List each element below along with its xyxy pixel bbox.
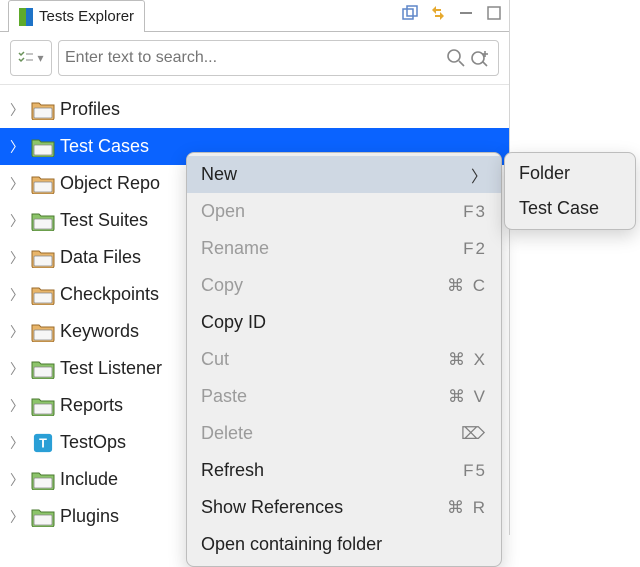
tab-tests-explorer[interactable]: Tests Explorer xyxy=(8,0,145,32)
menu-item-label: Rename xyxy=(201,238,269,259)
search-box xyxy=(58,40,499,76)
submenu-item-test-case[interactable]: Test Case xyxy=(505,191,635,226)
tree-item-label: Test Listener xyxy=(60,358,162,379)
folder-icon xyxy=(30,135,56,159)
tree-item-label: Reports xyxy=(60,395,123,416)
menu-item-new[interactable]: New 〉 xyxy=(187,156,501,193)
folder-icon xyxy=(30,172,56,196)
tree-item-label: Include xyxy=(60,469,118,490)
chevron-right-icon: 〉 xyxy=(10,322,30,342)
tree-item-label: Test Cases xyxy=(60,136,149,157)
tree-item-label: Data Files xyxy=(60,247,141,268)
tree-item-label: Plugins xyxy=(60,506,119,527)
tree-item-label: TestOps xyxy=(60,432,126,453)
collapse-all-icon[interactable] xyxy=(401,4,419,22)
maximize-icon[interactable] xyxy=(485,4,503,22)
menu-shortcut: ⌘ X xyxy=(448,350,487,370)
menu-shortcut: F2 xyxy=(463,239,487,259)
menu-item-label: Show References xyxy=(201,497,343,518)
checklist-icon xyxy=(18,51,34,65)
menu-shortcut: ⌘ V xyxy=(448,387,487,407)
menu-item-label: Open xyxy=(201,201,245,222)
header-toolbar xyxy=(401,4,503,22)
filter-dropdown[interactable]: ▾ xyxy=(10,40,52,76)
folder-icon xyxy=(30,468,56,492)
menu-shortcut: F5 xyxy=(463,461,487,481)
menu-item-label: Cut xyxy=(201,349,229,370)
chevron-right-icon: 〉 xyxy=(10,285,30,305)
menu-item-label: Copy xyxy=(201,275,243,296)
katalon-logo-icon xyxy=(19,8,33,26)
folder-icon xyxy=(30,431,56,455)
tree-item-label: Profiles xyxy=(60,99,120,120)
tree-item-label: Checkpoints xyxy=(60,284,159,305)
menu-item-refresh[interactable]: Refresh F5 xyxy=(187,452,501,489)
search-row: ▾ xyxy=(0,32,509,85)
chevron-down-icon: ▾ xyxy=(37,51,43,65)
context-menu: New 〉 Open F3 Rename F2 Copy ⌘ C Copy ID Cut ⌘ X Pa… xyxy=(186,152,502,567)
menu-item-label: Test Case xyxy=(519,198,599,219)
folder-icon xyxy=(30,283,56,307)
folder-icon xyxy=(30,357,56,381)
chevron-right-icon: 〉 xyxy=(10,433,30,453)
menu-item-copy-id[interactable]: Copy ID xyxy=(187,304,501,341)
minimize-icon[interactable] xyxy=(457,4,475,22)
chevron-right-icon: 〉 xyxy=(10,174,30,194)
menu-item-delete: Delete ⌦ xyxy=(187,415,501,452)
folder-icon xyxy=(30,246,56,270)
menu-item-open-containing-folder[interactable]: Open containing folder xyxy=(187,526,501,563)
tree-item-label: Keywords xyxy=(60,321,139,342)
folder-icon xyxy=(30,320,56,344)
chevron-right-icon: 〉 xyxy=(10,470,30,490)
folder-icon xyxy=(30,98,56,122)
context-submenu-new: Folder Test Case xyxy=(504,152,636,230)
menu-item-paste: Paste ⌘ V xyxy=(187,378,501,415)
folder-icon xyxy=(30,505,56,529)
chevron-right-icon: 〉 xyxy=(10,248,30,268)
submenu-item-folder[interactable]: Folder xyxy=(505,156,635,191)
tab-label: Tests Explorer xyxy=(39,8,134,25)
menu-shortcut: F3 xyxy=(463,202,487,222)
link-with-editor-icon[interactable] xyxy=(429,4,447,22)
menu-shortcut: ⌦ xyxy=(461,424,487,444)
chevron-right-icon: 〉 xyxy=(10,137,30,157)
chevron-right-icon: 〉 xyxy=(10,100,30,120)
menu-shortcut: ⌘ R xyxy=(447,498,487,518)
chevron-right-icon: 〉 xyxy=(10,211,30,231)
menu-item-cut: Cut ⌘ X xyxy=(187,341,501,378)
tree-item-label: Test Suites xyxy=(60,210,148,231)
menu-item-label: Refresh xyxy=(201,460,264,481)
menu-item-open: Open F3 xyxy=(187,193,501,230)
menu-item-show-references[interactable]: Show References ⌘ R xyxy=(187,489,501,526)
tree-item-profiles[interactable]: 〉 Profiles xyxy=(0,91,509,128)
tree-item-label: Object Repo xyxy=(60,173,160,194)
menu-item-copy: Copy ⌘ C xyxy=(187,267,501,304)
chevron-right-icon: 〉 xyxy=(10,359,30,379)
chevron-right-icon: 〉 xyxy=(471,163,487,187)
menu-item-label: Copy ID xyxy=(201,312,266,333)
menu-item-label: Open containing folder xyxy=(201,534,382,555)
search-input[interactable] xyxy=(65,49,444,67)
chevron-right-icon: 〉 xyxy=(10,507,30,527)
folder-icon xyxy=(30,209,56,233)
menu-item-label: Delete xyxy=(201,423,253,444)
menu-item-label: Paste xyxy=(201,386,247,407)
chevron-right-icon: 〉 xyxy=(10,396,30,416)
search-icon[interactable] xyxy=(444,46,468,70)
folder-icon xyxy=(30,394,56,418)
editor-area xyxy=(510,0,640,535)
search-advanced-icon[interactable] xyxy=(468,46,492,70)
menu-shortcut: ⌘ C xyxy=(447,276,487,296)
menu-item-label: Folder xyxy=(519,163,570,184)
menu-item-label: New xyxy=(201,164,237,185)
menu-item-rename: Rename F2 xyxy=(187,230,501,267)
panel-header: Tests Explorer xyxy=(0,0,509,32)
